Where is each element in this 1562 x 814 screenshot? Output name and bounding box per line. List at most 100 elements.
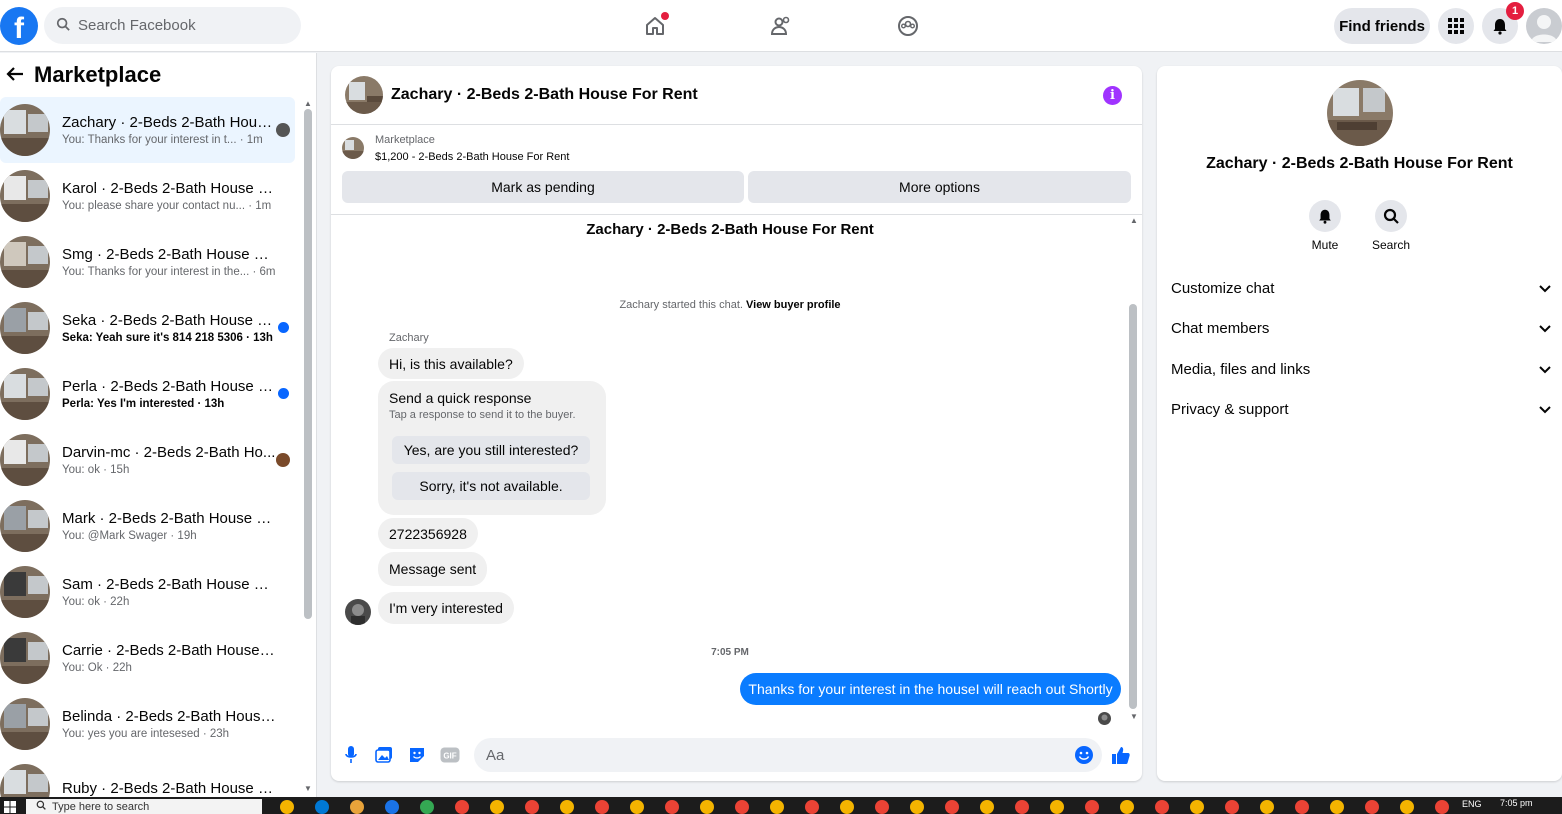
photo-icon[interactable] xyxy=(374,745,394,765)
mark-as-pending-button[interactable]: Mark as pending xyxy=(342,171,744,203)
sticker-icon[interactable] xyxy=(407,745,427,765)
listing-price[interactable]: $1,200 - 2-Beds 2-Bath House For Rent xyxy=(375,151,569,163)
taskbar-app-icon[interactable] xyxy=(1085,800,1099,814)
outgoing-message-bubble: Thanks for your interest in the houseI w… xyxy=(740,673,1121,705)
taskbar-app-icon[interactable] xyxy=(490,800,504,814)
taskbar-app-icon[interactable] xyxy=(700,800,714,814)
thread-row[interactable]: Belinda · 2-Beds 2-Bath House F... You: y… xyxy=(0,691,316,757)
taskbar-app-icon[interactable] xyxy=(350,800,364,814)
taskbar-app-icon[interactable] xyxy=(1365,800,1379,814)
friends-nav-icon[interactable] xyxy=(765,10,797,42)
thread-row[interactable]: Ruby · 2-Beds 2-Bath House For ... xyxy=(0,757,316,797)
customize-chat-section[interactable]: Customize chat xyxy=(1171,273,1551,303)
taskbar-clock[interactable]: 7:05 pm xyxy=(1500,798,1533,808)
thread-snippet: You: Ok · 22h xyxy=(62,662,132,674)
info-icon[interactable]: i xyxy=(1103,86,1122,105)
like-thumb-icon[interactable] xyxy=(1111,745,1131,765)
taskbar-app-icon[interactable] xyxy=(980,800,994,814)
mute-action[interactable]: Mute xyxy=(1295,200,1355,252)
notifications-button[interactable]: 1 xyxy=(1482,2,1524,44)
thread-row[interactable]: Mark · 2-Beds 2-Bath House For ... You: @… xyxy=(0,493,316,559)
search-action[interactable]: Search xyxy=(1361,200,1421,252)
top-navigation-bar: f Search Facebook Find friends 1 xyxy=(0,0,1562,52)
listing-avatar[interactable] xyxy=(1327,80,1393,146)
gif-icon[interactable]: GIF xyxy=(440,745,460,765)
taskbar-app-icon[interactable] xyxy=(1400,800,1414,814)
taskbar-app-icon[interactable] xyxy=(665,800,679,814)
thread-text: Ruby · 2-Beds 2-Bath House For ... xyxy=(62,780,276,797)
taskbar-app-icon[interactable] xyxy=(1120,800,1134,814)
chat-header: Zachary · 2-Beds 2-Bath House For Rent i xyxy=(331,66,1142,125)
find-friends-button[interactable]: Find friends xyxy=(1334,8,1430,44)
taskbar-app-icon[interactable] xyxy=(735,800,749,814)
taskbar-app-icon[interactable] xyxy=(1155,800,1169,814)
taskbar-app-icon[interactable] xyxy=(385,800,399,814)
scroll-up-arrow-icon[interactable]: ▲ xyxy=(304,99,312,108)
language-indicator[interactable]: ENG xyxy=(1462,799,1482,809)
thread-row[interactable]: Smg · 2-Beds 2-Bath House For ... You: Th… xyxy=(0,229,316,295)
facebook-logo[interactable]: f xyxy=(0,7,38,45)
windows-start-icon[interactable] xyxy=(4,800,16,814)
more-options-button[interactable]: More options xyxy=(748,171,1131,203)
emoji-icon[interactable] xyxy=(1074,745,1094,765)
microphone-icon[interactable] xyxy=(341,745,361,765)
thread-row[interactable]: Carrie · 2-Beds 2-Bath House For... You: … xyxy=(0,625,316,691)
chat-scroll-up-arrow-icon[interactable]: ▲ xyxy=(1130,216,1138,225)
taskbar-app-icon[interactable] xyxy=(455,800,469,814)
chat-title[interactable]: Zachary · 2-Beds 2-Bath House For Rent xyxy=(391,86,698,104)
menu-grid-button[interactable] xyxy=(1438,8,1474,44)
message-input[interactable]: Aa xyxy=(474,738,1102,772)
home-nav-icon[interactable] xyxy=(639,10,671,42)
taskbar-app-icon[interactable] xyxy=(595,800,609,814)
media-files-links-section[interactable]: Media, files and links xyxy=(1171,354,1551,384)
scroll-down-arrow-icon[interactable]: ▼ xyxy=(304,784,312,793)
chat-scroll-down-arrow-icon[interactable]: ▼ xyxy=(1130,712,1138,721)
chat-scrollbar[interactable] xyxy=(1129,304,1137,709)
account-avatar[interactable] xyxy=(1526,8,1562,44)
taskbar-app-icon[interactable] xyxy=(910,800,924,814)
taskbar-app-icon[interactable] xyxy=(525,800,539,814)
thread-row[interactable]: Karol · 2-Beds 2-Bath House For ... You: … xyxy=(0,163,316,229)
taskbar-app-icon[interactable] xyxy=(315,800,329,814)
groups-nav-icon[interactable] xyxy=(892,10,924,42)
notification-badge: 1 xyxy=(1506,2,1524,20)
taskbar-app-icon[interactable] xyxy=(1050,800,1064,814)
thread-row[interactable]: Seka · 2-Beds 2-Bath House Fo... Seka: Ye… xyxy=(0,295,316,361)
marketplace-thread-list: Marketplace Zachary · 2-Beds 2-Bath Hous… xyxy=(0,53,317,797)
chat-header-avatar[interactable] xyxy=(345,76,383,114)
quick-response-no-button[interactable]: Sorry, it's not available. xyxy=(392,472,590,500)
search-in-chat-icon[interactable] xyxy=(1375,200,1407,232)
thread-row[interactable]: Darvin-mc · 2-Beds 2-Bath Ho... You: ok ·… xyxy=(0,427,316,493)
back-arrow-icon[interactable] xyxy=(6,62,24,88)
view-buyer-profile-link[interactable]: View buyer profile xyxy=(746,299,841,311)
search-facebook-input[interactable]: Search Facebook xyxy=(44,7,301,44)
taskbar-app-icon[interactable] xyxy=(1015,800,1029,814)
taskbar-app-icon[interactable] xyxy=(420,800,434,814)
mute-bell-icon[interactable] xyxy=(1309,200,1341,232)
taskbar-app-icon[interactable] xyxy=(1435,800,1449,814)
taskbar-app-icon[interactable] xyxy=(945,800,959,814)
chat-members-section[interactable]: Chat members xyxy=(1171,313,1551,343)
thread-row[interactable]: Sam · 2-Beds 2-Bath House For ... You: ok… xyxy=(0,559,316,625)
taskbar-app-icon[interactable] xyxy=(1330,800,1344,814)
taskbar-app-icon[interactable] xyxy=(1295,800,1309,814)
thread-row[interactable]: Zachary · 2-Beds 2-Bath Hous... You: Than… xyxy=(0,97,295,163)
taskbar-app-icon[interactable] xyxy=(280,800,294,814)
privacy-support-section[interactable]: Privacy & support xyxy=(1171,394,1551,424)
thread-text: Karol · 2-Beds 2-Bath House For ... You: … xyxy=(62,180,276,212)
taskbar-app-icon[interactable] xyxy=(770,800,784,814)
taskbar-search-input[interactable]: Type here to search xyxy=(26,799,262,814)
taskbar-app-icon[interactable] xyxy=(1225,800,1239,814)
thread-list-scrollbar[interactable] xyxy=(304,109,312,619)
taskbar-app-icon[interactable] xyxy=(805,800,819,814)
taskbar-app-icon[interactable] xyxy=(875,800,889,814)
thread-row[interactable]: Perla · 2-Beds 2-Bath House Fo... Perla: … xyxy=(0,361,316,427)
sender-avatar[interactable] xyxy=(345,599,371,625)
taskbar-app-icon[interactable] xyxy=(1260,800,1274,814)
taskbar-app-icon[interactable] xyxy=(560,800,574,814)
taskbar-app-icon[interactable] xyxy=(630,800,644,814)
taskbar-app-icon[interactable] xyxy=(840,800,854,814)
taskbar-app-icon[interactable] xyxy=(1190,800,1204,814)
quick-response-yes-button[interactable]: Yes, are you still interested? xyxy=(392,436,590,464)
listing-thumbnail[interactable] xyxy=(342,137,364,159)
